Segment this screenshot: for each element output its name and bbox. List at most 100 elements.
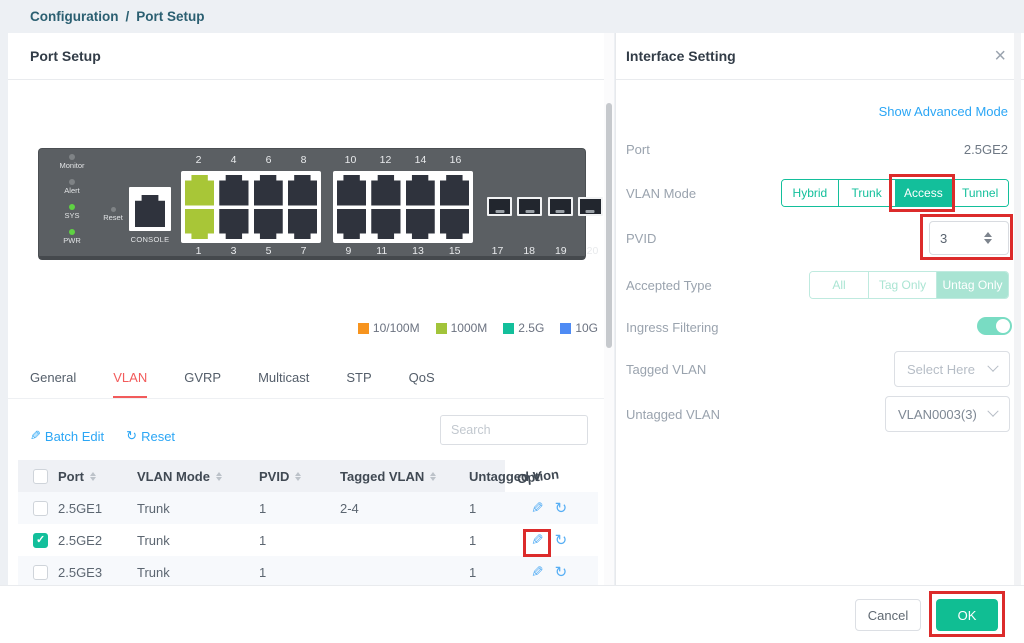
accepted-type-all-button[interactable]: All	[810, 272, 868, 298]
tab-multicast[interactable]: Multicast	[258, 370, 309, 398]
switch-port-18[interactable]	[517, 197, 543, 216]
vlan-mode-tunnel-button[interactable]: Tunnel	[951, 180, 1008, 206]
row-checkbox[interactable]	[33, 532, 48, 548]
stepper-down-icon[interactable]	[984, 239, 992, 244]
legend-swatch-blue	[560, 322, 572, 334]
row-checkbox[interactable]	[33, 500, 48, 516]
switch-port-6[interactable]	[253, 175, 283, 206]
pwr-led-icon	[69, 229, 75, 235]
tab-gvrp[interactable]: GVRP	[184, 370, 221, 398]
sort-icon[interactable]	[90, 471, 96, 481]
vlan-mode-access-button[interactable]: Access	[894, 180, 952, 206]
legend-swatch-orange	[357, 322, 369, 334]
switch-port-9[interactable]	[337, 208, 367, 239]
close-icon[interactable]: ×	[994, 46, 1006, 66]
cell-untagged-vlan: 1	[469, 564, 477, 580]
table-row-2.5ge1[interactable]: 2.5GE1 Trunk 1 2-4 1 ✎ ↻	[18, 492, 598, 524]
table-header: Port VLAN Mode PVID Tagged VLAN Untagged…	[18, 460, 598, 492]
sort-icon[interactable]	[215, 471, 222, 481]
tab-stp[interactable]: STP	[346, 370, 371, 398]
header-port[interactable]: Port	[58, 460, 96, 492]
vlan-mode-trunk-button[interactable]: Trunk	[837, 180, 895, 206]
switch-port-4[interactable]	[219, 175, 249, 206]
reset-row-icon[interactable]: ↻	[555, 563, 568, 581]
breadcrumb-item-port-setup[interactable]: Port Setup	[136, 9, 204, 24]
legend-item-10g: 10G	[560, 321, 598, 335]
pvid-field	[929, 221, 1009, 255]
drawer-scrollbar-track[interactable]	[1014, 33, 1021, 585]
vlan-mode-hybrid-button[interactable]: Hybrid	[782, 180, 838, 206]
switch-port-17[interactable]	[487, 197, 512, 216]
ingress-filtering-toggle[interactable]	[977, 317, 1012, 335]
switch-port-1[interactable]	[185, 208, 215, 239]
status-led-block: Monitor Alert SYS PWR	[49, 154, 95, 254]
tab-qos[interactable]: QoS	[409, 370, 435, 398]
checkbox-icon[interactable]	[33, 468, 48, 484]
led-monitor: Monitor	[59, 154, 85, 179]
pvid-stepper[interactable]	[984, 232, 992, 244]
tagged-vlan-select[interactable]: Select Here	[894, 351, 1010, 387]
port-setup-panel: Port Setup Monitor Alert SYS PWR Reset C…	[8, 33, 604, 585]
switch-port-14[interactable]	[405, 175, 435, 206]
switch-port-7[interactable]	[287, 208, 317, 239]
header-tagged-vlan[interactable]: Tagged VLAN	[340, 460, 437, 492]
edit-row-icon[interactable]: ✎	[531, 531, 544, 549]
header-vlan-mode[interactable]: VLAN Mode	[137, 460, 222, 492]
scrollbar-thumb[interactable]	[606, 103, 612, 348]
table-row-2.5ge3[interactable]: 2.5GE3 Trunk 1 1 ✎ ↻	[18, 556, 598, 585]
port-setup-tabs: General VLAN GVRP Multicast STP QoS	[8, 370, 604, 399]
reset-row-icon[interactable]: ↻	[555, 531, 568, 549]
port-label: Port	[626, 142, 650, 157]
switch-port-12[interactable]	[371, 175, 401, 206]
accepted-type-tag-only-button[interactable]: Tag Only	[868, 272, 936, 298]
switch-port-10[interactable]	[337, 175, 367, 206]
switch-port-15[interactable]	[439, 208, 469, 239]
legend-item-2-5g: 2.5G	[503, 321, 544, 335]
row-checkbox[interactable]	[33, 564, 48, 580]
tab-vlan[interactable]: VLAN	[113, 370, 148, 398]
cell-port: 2.5GE2	[58, 532, 103, 548]
sort-icon[interactable]	[430, 471, 437, 481]
vertical-scrollbar[interactable]	[604, 33, 614, 585]
switch-port-5[interactable]	[253, 208, 283, 239]
cell-untagged-vlan: 1	[469, 500, 477, 516]
breadcrumb-item-configuration[interactable]: Configuration	[30, 9, 118, 24]
accepted-type-untag-only-button[interactable]: Untag Only	[936, 272, 1008, 298]
batch-edit-button[interactable]: ✎ Batch Edit	[30, 428, 104, 444]
untagged-vlan-select[interactable]: VLAN0003(3)	[885, 396, 1010, 432]
edit-row-icon[interactable]: ✎	[531, 499, 544, 517]
edit-row-icon[interactable]: ✎	[531, 563, 544, 581]
switch-port-13[interactable]	[405, 208, 435, 239]
reset-button-indicator: Reset	[97, 207, 129, 222]
switch-port-19[interactable]	[547, 197, 573, 216]
switch-port-3[interactable]	[219, 208, 249, 239]
table-row-2.5ge2[interactable]: 2.5GE2 Trunk 1 1 ✎ ↻	[18, 524, 598, 556]
stepper-up-icon[interactable]	[984, 232, 992, 237]
pvid-input[interactable]	[930, 230, 982, 246]
ingress-filtering-label: Ingress Filtering	[626, 320, 719, 335]
page: Configuration / Port Setup Port Setup Mo…	[0, 0, 1024, 643]
search-input[interactable]	[440, 415, 588, 445]
switch-port-20[interactable]	[577, 197, 603, 216]
switch-port-8[interactable]	[287, 175, 317, 206]
reset-button[interactable]: ↻ Reset	[126, 428, 175, 444]
select-all-checkbox[interactable]	[33, 460, 48, 492]
pencil-icon: ✎	[30, 428, 41, 443]
drawer-title: Interface Setting	[626, 48, 736, 64]
switch-port-16[interactable]	[439, 175, 469, 206]
toggle-knob	[996, 319, 1010, 333]
reset-row-icon[interactable]: ↻	[555, 499, 568, 517]
cell-pvid: 1	[259, 564, 267, 580]
chevron-down-icon	[987, 405, 999, 417]
chevron-down-icon	[987, 360, 999, 372]
switch-port-2[interactable]	[185, 175, 215, 206]
cell-vlan-mode: Trunk	[137, 500, 170, 516]
show-advanced-mode-link[interactable]: Show Advanced Mode	[879, 104, 1008, 119]
sort-icon[interactable]	[295, 471, 302, 481]
cell-pvid: 1	[259, 500, 267, 516]
switch-port-11[interactable]	[371, 208, 401, 239]
tab-general[interactable]: General	[30, 370, 76, 398]
ok-button[interactable]: OK	[936, 599, 998, 631]
cancel-button[interactable]: Cancel	[855, 599, 921, 631]
header-pvid[interactable]: PVID	[259, 460, 302, 492]
